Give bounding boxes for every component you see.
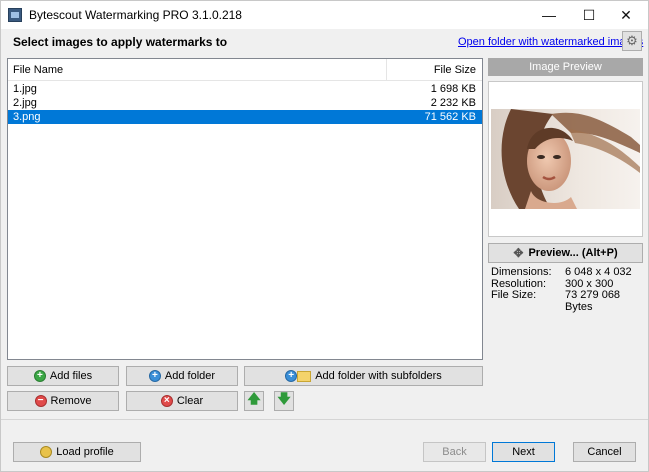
next-label: Next — [512, 446, 535, 458]
move-up-button[interactable]: 🡅 — [244, 391, 264, 411]
next-button[interactable]: Next — [492, 442, 555, 462]
preview-button-label: Preview... (Alt+P) — [528, 247, 618, 259]
main-window: Bytescout Watermarking PRO 3.1.0.218 — ☐… — [0, 0, 649, 472]
table-row[interactable]: 2.jpg 2 232 KB — [8, 96, 482, 110]
add-folder-sub-label: Add folder with subfolders — [315, 370, 442, 382]
gear-icon: ⚙ — [626, 33, 638, 48]
page-instruction: Select images to apply watermarks to — [13, 35, 228, 49]
info-row-file-size: File Size: 73 279 068 Bytes — [491, 289, 646, 312]
table-row[interactable]: 1.jpg 1 698 KB — [8, 82, 482, 96]
plus-icon: + — [285, 370, 298, 382]
close-icon: ✕ — [620, 6, 632, 23]
add-folder-button[interactable]: + Add folder — [126, 366, 238, 386]
folder-icon — [297, 370, 312, 382]
image-preview-box — [488, 81, 643, 237]
file-name-cell: 2.jpg — [13, 97, 37, 109]
maximize-icon: ☐ — [582, 6, 596, 23]
arrow-down-icon: 🡇 — [277, 391, 291, 406]
info-value: 73 279 068 Bytes — [565, 289, 621, 313]
file-size-cell: 2 232 KB — [430, 97, 476, 109]
add-folder-with-subfolders-button[interactable]: + Add folder with subfolders — [244, 366, 483, 386]
back-label: Back — [442, 446, 467, 458]
minimize-icon: — — [542, 7, 556, 23]
file-size-cell: 1 698 KB — [430, 83, 476, 95]
close-button[interactable]: ✕ — [604, 1, 648, 29]
table-row-selected[interactable]: 3.png 71 562 KB — [8, 110, 482, 124]
window-title: Bytescout Watermarking PRO 3.1.0.218 — [29, 8, 242, 22]
open-folder-link[interactable]: Open folder with watermarked images — [458, 36, 643, 48]
file-size-cell: 71 562 KB — [424, 111, 476, 123]
file-list-header: File Name File Size — [8, 59, 482, 81]
settings-button[interactable]: ⚙ — [622, 31, 642, 51]
column-header-file-name[interactable]: File Name — [13, 64, 63, 76]
clear-label: Clear — [176, 395, 204, 407]
cancel-button[interactable]: Cancel — [573, 442, 636, 462]
remove-label: Remove — [50, 395, 92, 407]
file-name-cell: 3.png — [13, 111, 41, 123]
preview-button[interactable]: ✥ Preview... (Alt+P) — [488, 243, 643, 263]
clear-icon: × — [160, 395, 173, 407]
column-divider[interactable] — [386, 59, 387, 81]
add-files-button[interactable]: + Add files — [7, 366, 119, 386]
app-icon — [8, 8, 22, 22]
load-profile-label[interactable]: Load profile — [56, 446, 114, 458]
profile-icon — [40, 446, 53, 458]
minimize-button[interactable]: — — [527, 1, 571, 29]
add-files-label: Add files — [49, 370, 93, 382]
preview-image — [491, 109, 640, 209]
move-icon: ✥ — [513, 246, 524, 260]
info-row-dimensions: Dimensions: 6 048 x 4 032 — [491, 266, 646, 279]
plus-icon: + — [33, 370, 46, 382]
move-down-button[interactable]: 🡇 — [274, 391, 294, 411]
file-name-cell: 1.jpg — [13, 83, 37, 95]
back-button[interactable]: Back — [423, 442, 486, 462]
info-label: Dimensions: — [491, 266, 552, 278]
plus-icon: + — [148, 370, 161, 382]
clear-button[interactable]: × Clear — [126, 391, 238, 411]
load-profile-button[interactable]: Load profile — [13, 442, 141, 462]
file-list[interactable]: File Name File Size 1.jpg 1 698 KB 2.jpg… — [7, 58, 483, 360]
column-header-file-size[interactable]: File Size — [434, 64, 476, 76]
image-info: Dimensions: 6 048 x 4 032 Resolution: 30… — [491, 266, 646, 312]
image-preview-header: Image Preview — [488, 58, 643, 76]
info-label: File Size: — [491, 289, 537, 301]
info-value: 6 048 x 4 032 — [565, 266, 632, 278]
add-folder-label: Add folder — [164, 370, 216, 382]
file-rows: 1.jpg 1 698 KB 2.jpg 2 232 KB 3.png 71 5… — [8, 82, 482, 124]
title-bar: Bytescout Watermarking PRO 3.1.0.218 — ☐… — [1, 1, 648, 29]
footer-divider — [1, 419, 648, 420]
arrow-up-icon: 🡅 — [247, 391, 261, 406]
remove-button[interactable]: − Remove — [7, 391, 119, 411]
cancel-label: Cancel — [587, 446, 622, 458]
minus-icon: − — [34, 395, 47, 407]
